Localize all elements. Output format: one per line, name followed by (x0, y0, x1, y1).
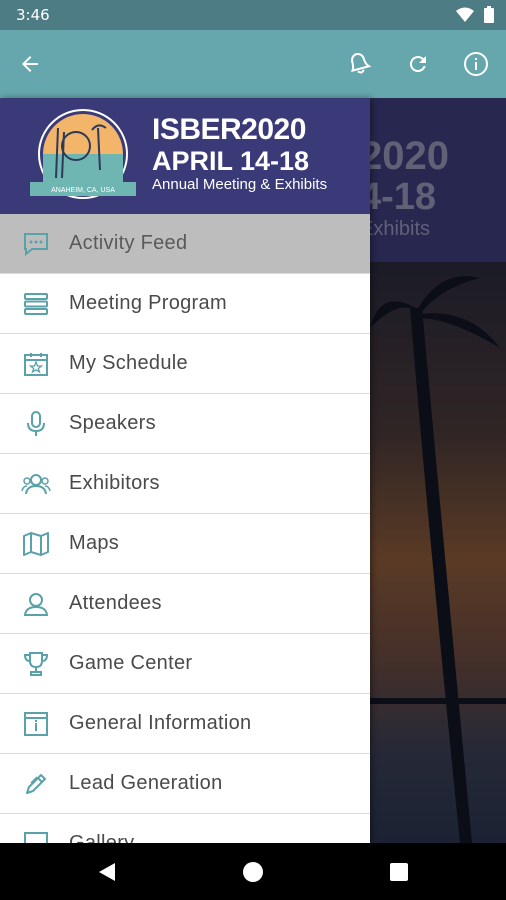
navigation-drawer: ANAHEIM, CA, USA ISBER2020 APRIL 14-18 A… (0, 98, 370, 843)
menu-item-label: My Schedule (69, 352, 188, 374)
isber-seal-logo: ANAHEIM, CA, USA (30, 109, 136, 199)
event-dates: APRIL 14-18 (152, 146, 310, 176)
menu-item-label: Game Center (69, 652, 193, 674)
status-bar: 3:46 (0, 0, 506, 30)
refresh-icon (409, 56, 426, 73)
info-icon (464, 52, 488, 76)
notifications-button[interactable] (342, 48, 374, 80)
event-subtitle: Annual Meeting & Exhibits (152, 176, 328, 193)
menu-item-general-information[interactable]: General Information (0, 694, 370, 754)
menu-item-meeting-program[interactable]: Meeting Program (0, 274, 370, 334)
info-box-icon (18, 706, 54, 742)
status-icons (456, 6, 494, 23)
menu-item-maps[interactable]: Maps (0, 514, 370, 574)
menu-item-my-schedule[interactable]: My Schedule (0, 334, 370, 394)
menu-item-label: Exhibitors (69, 472, 160, 494)
drawer-header: ANAHEIM, CA, USA ISBER2020 APRIL 14-18 A… (0, 98, 370, 214)
back-button[interactable] (14, 48, 46, 80)
wifi-icon (456, 7, 474, 22)
nav-home-button[interactable] (238, 857, 268, 887)
refresh-button[interactable] (402, 48, 434, 80)
menu-item-label: Attendees (69, 592, 162, 614)
menu-item-game-center[interactable]: Game Center (0, 634, 370, 694)
menu-item-label: Speakers (69, 412, 156, 434)
calendar-star-icon (18, 346, 54, 382)
gallery-icon (18, 826, 54, 843)
menu-item-label: Meeting Program (69, 292, 227, 314)
square-recents-icon (390, 863, 408, 881)
menu-item-exhibitors[interactable]: Exhibitors (0, 454, 370, 514)
app-toolbar (0, 30, 506, 98)
person-icon (18, 586, 54, 622)
stack-icon (18, 286, 54, 322)
microphone-icon (18, 406, 54, 442)
pen-icon (18, 766, 54, 802)
circle-home-icon (243, 862, 263, 882)
bell-icon (350, 53, 372, 74)
menu-item-label: Gallery (69, 832, 135, 843)
menu-item-label: Lead Generation (69, 772, 223, 794)
menu-item-label: Maps (69, 532, 120, 554)
system-nav-bar (0, 843, 506, 900)
menu-item-label: Activity Feed (69, 232, 188, 254)
arrow-left-icon (22, 56, 38, 72)
brand-title: ISBER2020 (152, 113, 306, 146)
nav-recents-button[interactable] (384, 857, 414, 887)
nav-back-button[interactable] (92, 857, 122, 887)
menu-item-activity-feed[interactable]: Activity Feed (0, 214, 370, 274)
info-button[interactable] (460, 48, 492, 80)
chat-icon (18, 226, 54, 262)
triangle-back-icon (99, 863, 115, 881)
menu-item-attendees[interactable]: Attendees (0, 574, 370, 634)
map-icon (18, 526, 54, 562)
menu-item-label: General Information (69, 712, 252, 734)
battery-icon (484, 6, 494, 23)
logo-location-text: ANAHEIM, CA, USA (51, 187, 115, 194)
people-icon (18, 466, 54, 502)
drawer-menu: Activity Feed Meeting Program My Schedul… (0, 214, 370, 843)
brand-block: ISBER2020 APRIL 14-18 Annual Meeting & E… (152, 114, 327, 194)
menu-item-speakers[interactable]: Speakers (0, 394, 370, 454)
trophy-icon (18, 646, 54, 682)
menu-item-gallery[interactable]: Gallery (0, 814, 370, 843)
menu-item-lead-generation[interactable]: Lead Generation (0, 754, 370, 814)
status-time: 3:46 (16, 6, 50, 24)
